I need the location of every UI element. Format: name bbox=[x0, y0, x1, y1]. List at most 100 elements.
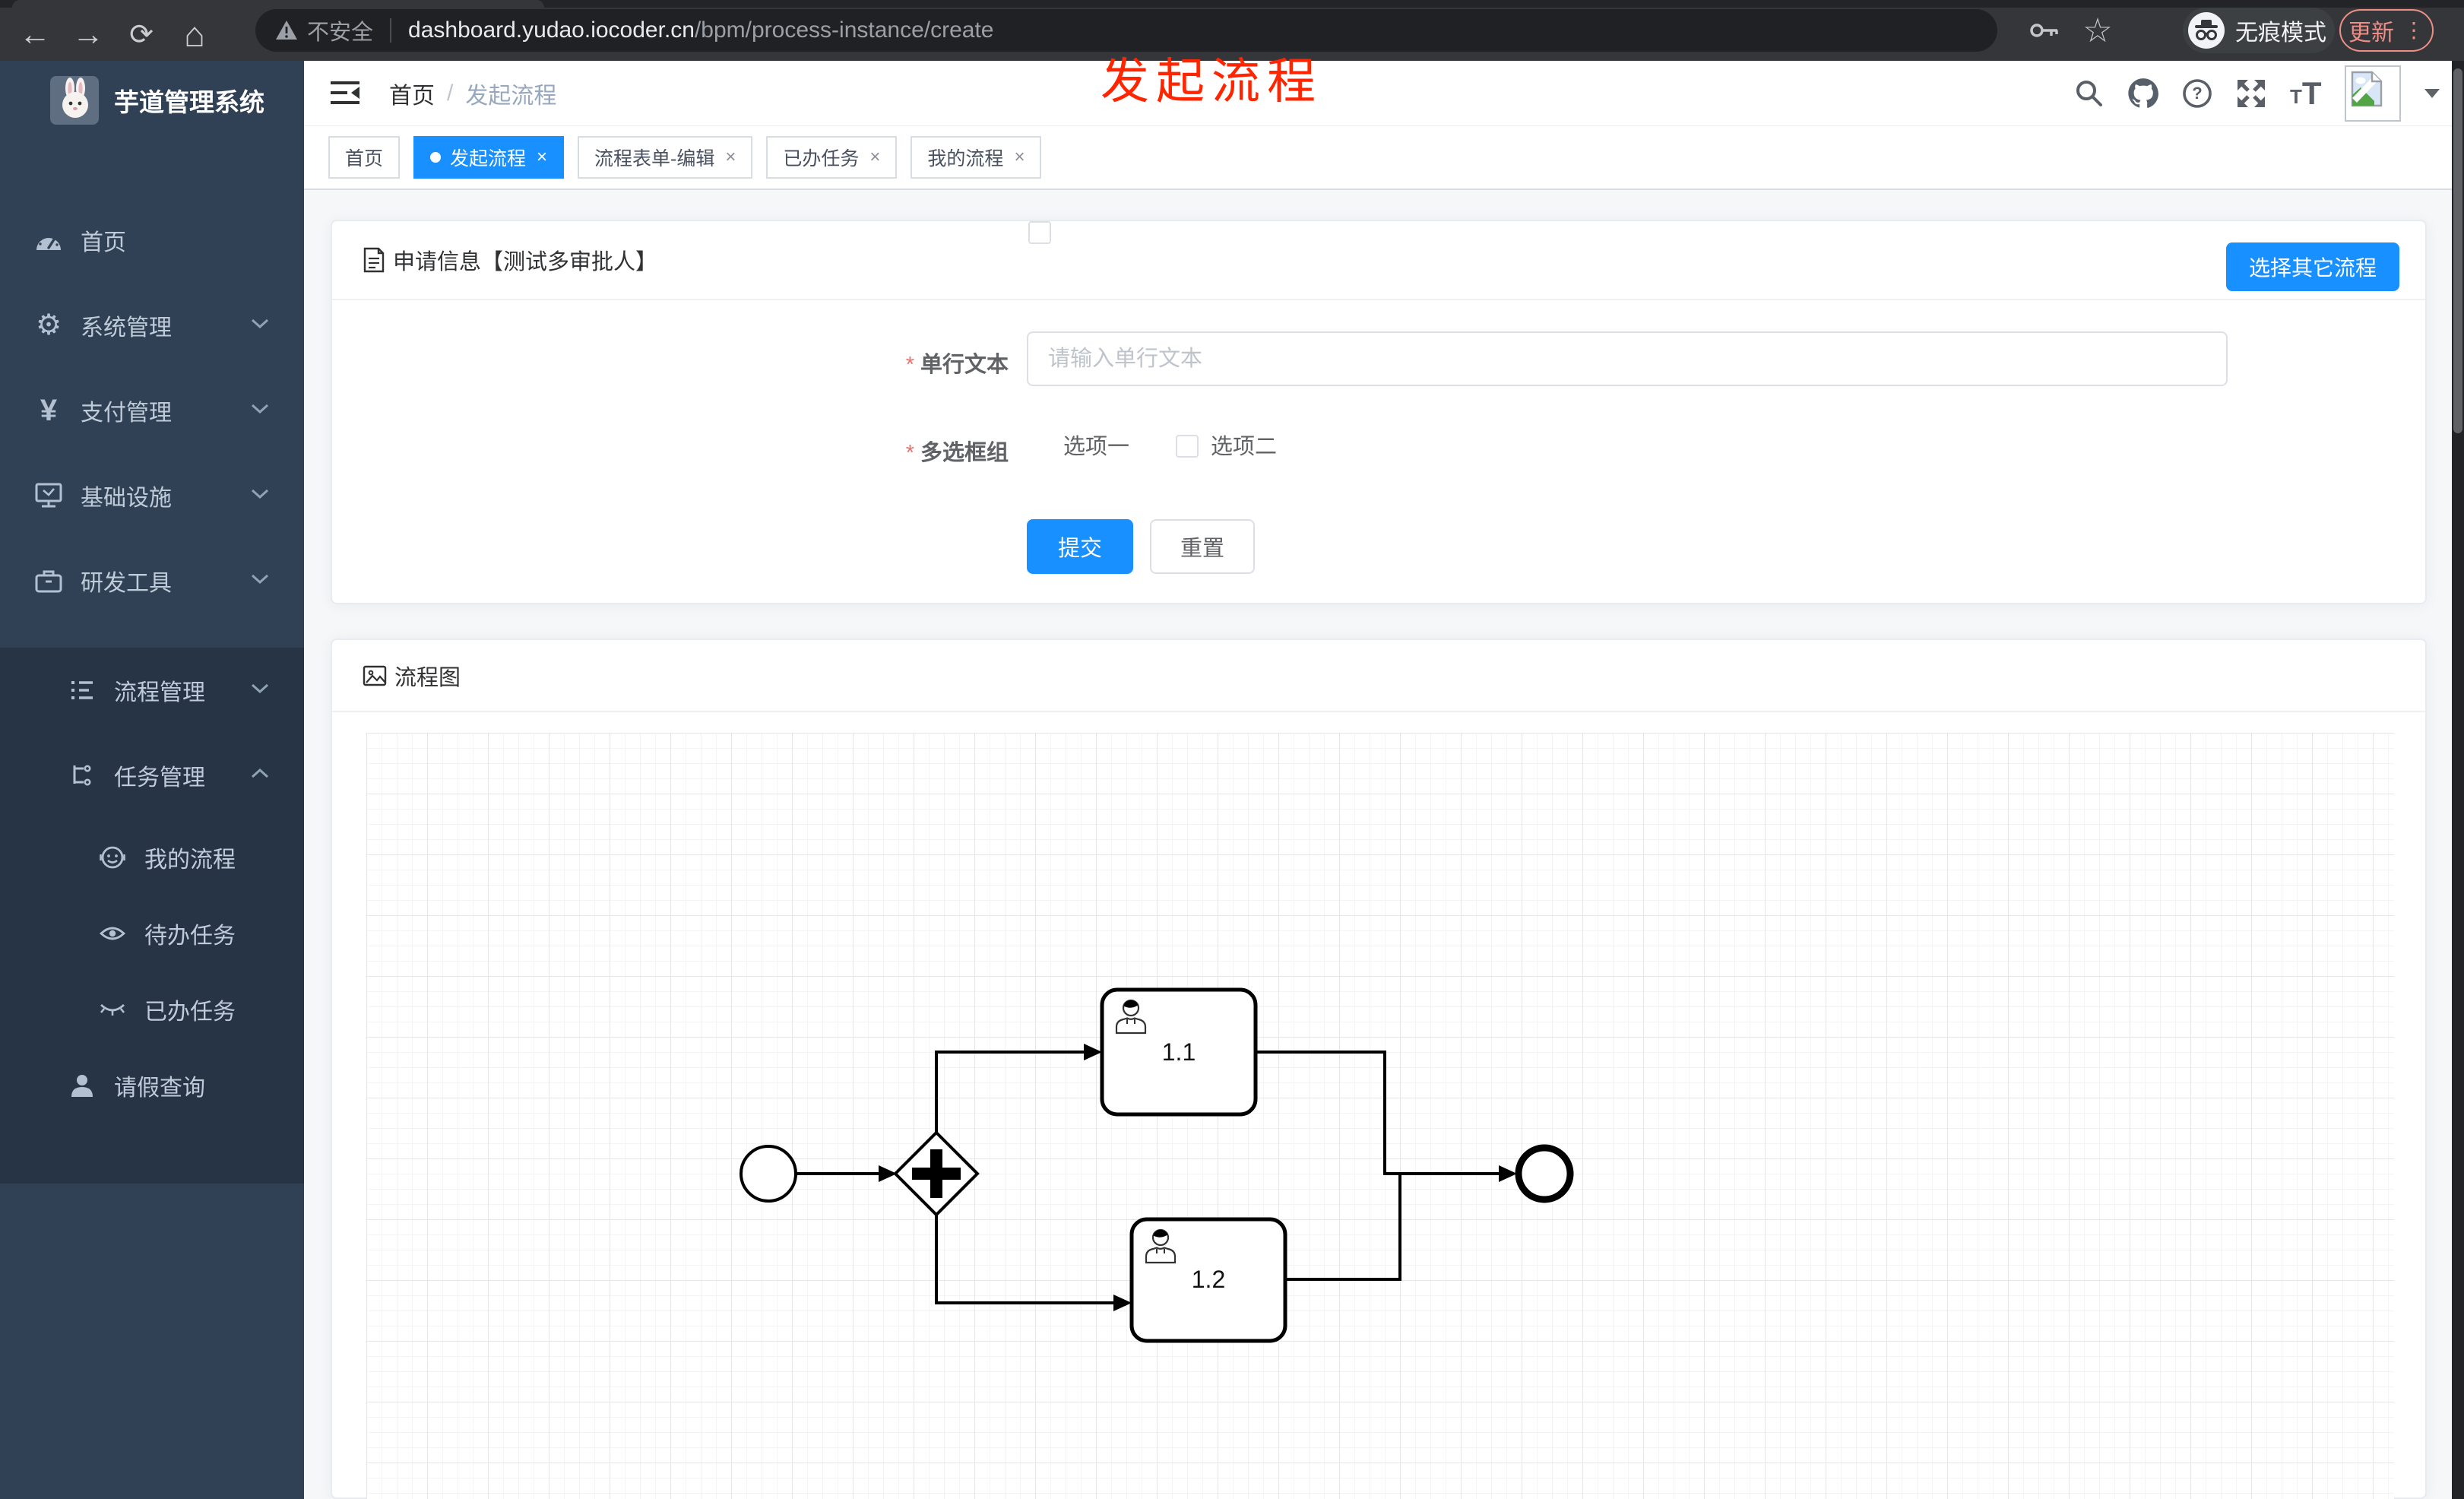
sidebar-item-process-mgmt[interactable]: 流程管理 bbox=[0, 648, 304, 733]
browser-active-tab[interactable] bbox=[12, 0, 544, 8]
svg-text:?: ? bbox=[2193, 84, 2203, 103]
document-icon bbox=[363, 247, 385, 273]
reset-button[interactable]: 重置 bbox=[1150, 519, 1255, 574]
parallel-gateway[interactable] bbox=[893, 1130, 980, 1217]
app-title: 芋道管理系统 bbox=[114, 88, 264, 116]
browser-back-button[interactable]: ← bbox=[11, 8, 59, 61]
choose-other-process-button[interactable]: 选择其它流程 bbox=[2225, 242, 2399, 291]
checkbox-group-label: * 多选框组 bbox=[905, 441, 1009, 465]
scrollbar-thumb[interactable] bbox=[2453, 68, 2462, 433]
eye-closed-icon bbox=[97, 994, 128, 1025]
svg-text:1.1: 1.1 bbox=[1162, 1038, 1196, 1066]
chevron-down-icon bbox=[251, 318, 269, 332]
chevron-down-icon bbox=[251, 683, 269, 697]
close-icon[interactable]: × bbox=[1014, 148, 1025, 166]
eye-icon bbox=[97, 918, 128, 949]
tags-view-bar: 首页 发起流程 × 流程表单-编辑 × 已办任务 × 我的流程 × bbox=[304, 125, 2464, 190]
tab-done-tasks[interactable]: 已办任务 × bbox=[766, 136, 898, 179]
incognito-icon bbox=[2188, 12, 2225, 49]
start-event[interactable] bbox=[740, 1145, 797, 1203]
sidebar-item-devtools[interactable]: 研发工具 bbox=[0, 538, 304, 623]
tab-create-process[interactable]: 发起流程 × bbox=[413, 136, 565, 179]
incognito-badge: 无痕模式 bbox=[2183, 8, 2335, 53]
close-icon[interactable]: × bbox=[725, 148, 736, 166]
sidebar-item-my-process[interactable]: 我的流程 bbox=[0, 819, 304, 895]
browser-forward-button[interactable]: → bbox=[64, 8, 112, 61]
sidebar-item-done-tasks[interactable]: 已办任务 bbox=[0, 971, 304, 1047]
annotation-overlay: 发起流程 bbox=[1101, 54, 1322, 109]
dashboard-icon bbox=[33, 225, 64, 255]
breadcrumb-current: 发起流程 bbox=[465, 83, 557, 109]
apply-info-header: 申请信息【测试多审批人】 选择其它流程 bbox=[332, 221, 2425, 300]
browser-update-button[interactable]: 更新 ⋮ bbox=[2339, 9, 2434, 52]
tab-home[interactable]: 首页 bbox=[328, 136, 401, 179]
browser-menu-dots-icon[interactable]: ⋮ bbox=[2403, 20, 2424, 41]
person-icon bbox=[67, 1070, 97, 1101]
user-task-1-1[interactable]: 1.1 bbox=[1100, 987, 1258, 1117]
chevron-down-icon bbox=[251, 404, 269, 417]
required-marker: * bbox=[905, 353, 914, 377]
chevron-up-icon bbox=[251, 768, 269, 782]
gear-icon: ⚙ bbox=[35, 309, 62, 341]
page-scrollbar[interactable] bbox=[2452, 61, 2464, 1499]
sidebar-item-task-mgmt[interactable]: 任务管理 bbox=[0, 733, 304, 818]
monitor-icon bbox=[33, 480, 64, 511]
bpmn-diagram: 1.1 1.2 bbox=[740, 987, 1574, 1343]
font-size-icon[interactable]: TT bbox=[2290, 77, 2322, 108]
broken-image-icon bbox=[2351, 71, 2383, 111]
sidebar-item-system[interactable]: ⚙ 系统管理 bbox=[0, 283, 304, 368]
user-task-1-2[interactable]: 1.2 bbox=[1129, 1217, 1287, 1343]
github-icon[interactable] bbox=[2127, 78, 2159, 109]
sidebar-item-infra[interactable]: 基础设施 bbox=[0, 453, 304, 538]
sidebar-item-home[interactable]: 首页 bbox=[0, 198, 304, 283]
apply-info-panel: 申请信息【测试多审批人】 选择其它流程 *单行文本 *多选框组 选项一 选项二 … bbox=[331, 220, 2427, 604]
workflow-submenu: 流程管理 任务管理 我的流程 待办任务 已办任务 请假查询 bbox=[0, 648, 304, 1184]
breadcrumb-home[interactable]: 首页 bbox=[389, 77, 435, 110]
url-host: dashboard.yudao.iocoder.cn bbox=[408, 17, 695, 43]
browser-reload-button[interactable]: ⟳ bbox=[117, 8, 166, 61]
breadcrumb-separator: / bbox=[447, 80, 454, 106]
chevron-down-icon bbox=[251, 574, 269, 588]
sidebar: 芋道管理系统 首页 ⚙ 系统管理 ¥ 支付管理 基础设施 研发工具 流程管理 任… bbox=[0, 61, 304, 1499]
app-logo-bunny-image bbox=[50, 76, 99, 125]
option-one-checkbox[interactable] bbox=[1028, 221, 1051, 244]
tab-my-process[interactable]: 我的流程 × bbox=[911, 136, 1042, 179]
submit-button[interactable]: 提交 bbox=[1027, 519, 1133, 574]
text-field-label: * 单行文本 bbox=[905, 353, 1009, 377]
main-content: 申请信息【测试多审批人】 选择其它流程 *单行文本 *多选框组 选项一 选项二 … bbox=[304, 190, 2452, 1499]
password-key-icon[interactable] bbox=[2023, 8, 2066, 53]
avatar[interactable] bbox=[2345, 65, 2402, 122]
option-two-checkbox[interactable] bbox=[1176, 435, 1199, 458]
navbar-actions: ? TT bbox=[2075, 61, 2440, 125]
flow-diagram-panel: 流程图 1.1 1.2 bbox=[331, 639, 2427, 1499]
not-secure-warning-icon bbox=[276, 21, 297, 40]
tab-form-edit[interactable]: 流程表单-编辑 × bbox=[578, 136, 753, 179]
breadcrumb: 首页 / 发起流程 bbox=[389, 61, 556, 125]
svg-text:1.2: 1.2 bbox=[1192, 1266, 1225, 1293]
sidebar-item-payment[interactable]: ¥ 支付管理 bbox=[0, 368, 304, 453]
close-icon[interactable]: × bbox=[537, 148, 547, 166]
tree-icon bbox=[67, 760, 97, 791]
bpmn-canvas[interactable]: 1.1 1.2 bbox=[366, 733, 2394, 1499]
sidebar-collapse-icon[interactable] bbox=[328, 78, 362, 108]
face-icon bbox=[97, 842, 128, 873]
top-navbar: 首页 / 发起流程 ? T T bbox=[304, 61, 2464, 125]
avatar-caret-icon[interactable] bbox=[2424, 88, 2440, 98]
sidebar-item-leave-query[interactable]: 请假查询 bbox=[0, 1047, 304, 1123]
option-two-label[interactable]: 选项二 bbox=[1211, 435, 1277, 459]
end-event[interactable] bbox=[1515, 1144, 1574, 1203]
fullscreen-icon[interactable] bbox=[2236, 78, 2266, 109]
option-one-label[interactable]: 选项一 bbox=[1063, 435, 1129, 459]
apply-info-title: 申请信息【测试多审批人】 bbox=[393, 250, 658, 274]
close-icon[interactable]: × bbox=[869, 148, 880, 166]
sidebar-item-todo-tasks[interactable]: 待办任务 bbox=[0, 895, 304, 971]
help-icon[interactable]: ? bbox=[2182, 78, 2212, 109]
search-icon[interactable] bbox=[2075, 79, 2104, 108]
flow-diagram-title: 流程图 bbox=[394, 665, 461, 690]
app-logo-row[interactable]: 芋道管理系统 bbox=[0, 61, 304, 140]
browser-home-button[interactable]: ⌂ bbox=[170, 8, 219, 61]
toolbox-icon bbox=[33, 566, 64, 596]
bookmark-star-icon[interactable]: ☆ bbox=[2076, 8, 2119, 53]
single-line-text-input[interactable] bbox=[1027, 331, 2228, 386]
required-marker: * bbox=[905, 441, 914, 465]
